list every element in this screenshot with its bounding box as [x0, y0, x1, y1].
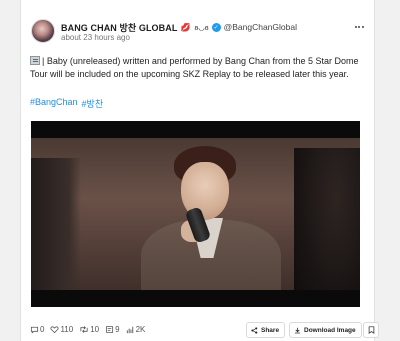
author-name[interactable]: BANG CHAN 방찬 GLOBAL: [61, 21, 177, 34]
post-media[interactable]: [31, 121, 360, 307]
repost-stat[interactable]: 10: [79, 325, 99, 334]
reply-stat[interactable]: 0: [30, 325, 44, 334]
download-image-button[interactable]: Download Image: [289, 322, 362, 338]
repost-count: 10: [90, 325, 100, 334]
avatar[interactable]: [31, 19, 55, 43]
hashtags: #BangChan #방찬: [30, 97, 103, 110]
quote-count: 9: [115, 325, 120, 334]
quote-stat[interactable]: 9: [105, 325, 120, 334]
author-handle[interactable]: @BangChanGlobal: [224, 22, 297, 32]
share-icon: [251, 326, 258, 334]
share-button[interactable]: Share: [246, 322, 286, 338]
author-name-suffix: ʚ◡ɞ: [194, 22, 209, 32]
reply-count: 0: [40, 325, 45, 334]
post-body: | Baby (unreleased) written and performe…: [30, 56, 359, 79]
newspaper-icon: [30, 56, 40, 65]
bookmark-icon: [368, 326, 374, 334]
like-count: 110: [60, 325, 74, 334]
media-image: [31, 138, 360, 290]
views-count: 2K: [135, 325, 146, 334]
author-line: BANG CHAN 방찬 GLOBAL 💋 ʚ◡ɞ ✓ @BangChanGlo…: [61, 21, 297, 33]
repost-icon: [80, 326, 88, 333]
verified-icon: ✓: [211, 22, 221, 32]
share-label: Share: [261, 326, 280, 334]
post-card: BANG CHAN 방찬 GLOBAL 💋 ʚ◡ɞ ✓ @BangChanGlo…: [20, 0, 379, 341]
more-options-icon[interactable]: [353, 21, 365, 33]
post-stats: 0 110 10 9 2K: [30, 325, 151, 334]
download-label: Download Image: [304, 326, 356, 334]
bookmark-button[interactable]: [363, 322, 379, 338]
hashtag-link[interactable]: #방찬: [82, 97, 104, 110]
download-icon: [295, 327, 300, 333]
like-stat[interactable]: 110: [50, 325, 73, 334]
views-stat[interactable]: 2K: [126, 325, 146, 334]
views-icon: [126, 326, 133, 334]
reply-icon: [30, 326, 39, 334]
lips-icon: 💋: [180, 22, 191, 32]
post-text: | Baby (unreleased) written and performe…: [30, 55, 370, 81]
heart-icon: [50, 326, 60, 334]
quote-icon: [106, 325, 114, 334]
hashtag-link[interactable]: #BangChan: [30, 97, 78, 110]
post-timestamp: about 23 hours ago: [61, 33, 130, 42]
